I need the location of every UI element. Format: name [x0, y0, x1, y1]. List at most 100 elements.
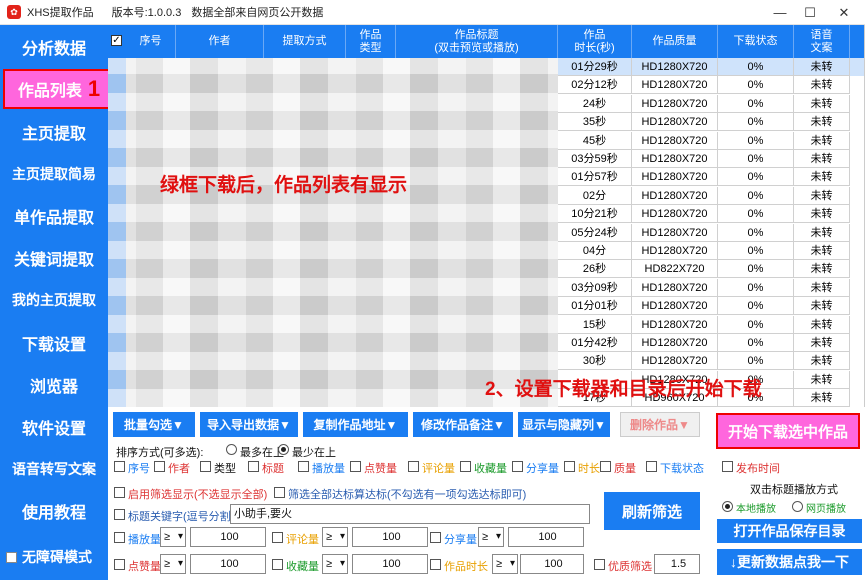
- col-header-duration[interactable]: 作品 时长(秒): [558, 25, 632, 58]
- col-header-download-status[interactable]: 下载状态: [718, 25, 794, 58]
- sidebar-item-keyword-extract[interactable]: 关键词提取: [0, 238, 108, 278]
- table-row[interactable]: 01分29秒 HD1280X720 0% 未转: [558, 58, 864, 76]
- least-top-radio[interactable]: [278, 444, 289, 455]
- refresh-filter-button[interactable]: 刷新筛选: [604, 492, 700, 530]
- favorite-count-input[interactable]: 100: [352, 554, 428, 574]
- copy-url-button[interactable]: 复制作品地址▼: [303, 412, 408, 437]
- table-row[interactable]: 24秒 HD1280X720 0% 未转: [558, 94, 864, 113]
- sidebar-item-works-list[interactable]: 作品列表 1: [3, 69, 115, 109]
- col-header-title[interactable]: 作品标题 (双击预览或播放): [396, 25, 558, 58]
- sort-field-checkbox[interactable]: [722, 461, 733, 472]
- delete-works-button[interactable]: 删除作品▼: [620, 412, 700, 437]
- title-keyword-input[interactable]: 小助手,要火: [230, 504, 590, 524]
- show-hide-columns-button[interactable]: 显示与隐藏列▼: [518, 412, 610, 437]
- sort-field-checkbox[interactable]: [154, 461, 165, 472]
- sidebar-item-speech-to-text[interactable]: 语音转写文案: [0, 449, 108, 489]
- table-row[interactable]: 05分24秒 HD1280X720 0% 未转: [558, 223, 864, 242]
- start-download-button[interactable]: 开始下载选中作品: [716, 413, 860, 449]
- col-header-author[interactable]: 作者: [176, 25, 264, 58]
- maximize-icon[interactable]: ☐: [796, 0, 824, 25]
- sort-field-checkbox[interactable]: [350, 461, 361, 472]
- accessible-mode-toggle[interactable]: 无障碍模式: [6, 547, 92, 567]
- import-export-button[interactable]: 导入导出数据▼: [200, 412, 298, 437]
- like-count-input[interactable]: 100: [190, 554, 266, 574]
- sort-field-checkbox[interactable]: [512, 461, 523, 472]
- sidebar-item-homepage-extract[interactable]: 主页提取: [0, 112, 108, 152]
- table-row[interactable]: 04分 HD1280X720 0% 未转: [558, 242, 864, 260]
- sort-field-checkbox[interactable]: [600, 461, 611, 472]
- comment-count-checkbox[interactable]: [272, 532, 283, 543]
- sidebar: 分析数据 作品列表 1 主页提取 主页提取简易 单作品提取 关键词提取 我的主页提…: [0, 25, 115, 580]
- sort-field-label: 播放量: [312, 463, 345, 475]
- sidebar-item-analyze[interactable]: 分析数据: [0, 27, 108, 67]
- sidebar-item-software-settings[interactable]: 软件设置: [0, 407, 108, 447]
- favorite-count-op-select[interactable]: ≥: [322, 554, 348, 574]
- table-row[interactable]: 10分21秒 HD1280X720 0% 未转: [558, 205, 864, 224]
- sidebar-item-download-settings[interactable]: 下载设置: [0, 323, 108, 363]
- play-count-op-select[interactable]: ≥: [160, 527, 186, 547]
- sidebar-item-browser[interactable]: 浏览器: [0, 365, 108, 405]
- table-row[interactable]: 15秒 HD1280X720 0% 未转: [558, 315, 864, 334]
- duration-filter-checkbox[interactable]: [430, 559, 441, 570]
- sort-field-checkbox[interactable]: [564, 461, 575, 472]
- sort-field-checkbox[interactable]: [114, 461, 125, 472]
- title-keyword-checkbox[interactable]: [114, 509, 125, 520]
- quality-filter-checkbox[interactable]: [594, 559, 605, 570]
- col-header-type[interactable]: 作品 类型: [346, 25, 396, 58]
- update-data-button[interactable]: ↓更新数据点我一下: [717, 549, 862, 575]
- all-criteria-checkbox[interactable]: [274, 487, 285, 498]
- sort-field-checkbox[interactable]: [408, 461, 419, 472]
- local-play-radio[interactable]: [722, 501, 733, 512]
- play-count-input[interactable]: 100: [190, 527, 266, 547]
- web-play-radio[interactable]: [792, 501, 803, 512]
- table-row[interactable]: 01分42秒 HD1280X720 0% 未转: [558, 334, 864, 352]
- close-icon[interactable]: ✕: [830, 0, 858, 25]
- table-row[interactable]: 01分01秒 HD1280X720 0% 未转: [558, 297, 864, 316]
- share-count-input[interactable]: 100: [508, 527, 584, 547]
- col-header-voice-text[interactable]: 语音 文案: [794, 25, 850, 58]
- table-row[interactable]: 35秒 HD1280X720 0% 未转: [558, 113, 864, 132]
- comment-count-op-select[interactable]: ≥: [322, 527, 348, 547]
- play-count-checkbox[interactable]: [114, 532, 125, 543]
- enable-filter-checkbox[interactable]: [114, 487, 125, 498]
- table-row[interactable]: 03分09秒 HD1280X720 0% 未转: [558, 278, 864, 297]
- open-save-dir-button[interactable]: 打开作品保存目录: [717, 519, 862, 543]
- sort-field-checkbox[interactable]: [646, 461, 657, 472]
- duration-filter-input[interactable]: 100: [520, 554, 584, 574]
- col-header-extract-method[interactable]: 提取方式: [264, 25, 346, 58]
- table-row[interactable]: 02分 HD1280X720 0% 未转: [558, 186, 864, 205]
- works-table[interactable]: ✓ 序号 作者 提取方式 作品 类型 作品标题 (双击预览或播放) 作品 时长(…: [108, 25, 865, 407]
- table-row[interactable]: 02分12秒 HD1280X720 0% 未转: [558, 76, 864, 95]
- table-row[interactable]: 30秒 HD1280X720 0% 未转: [558, 352, 864, 371]
- quality-filter-input[interactable]: 1.5: [654, 554, 700, 574]
- sidebar-item-my-homepage[interactable]: 我的主页提取: [0, 280, 108, 320]
- col-header-index[interactable]: 序号: [126, 25, 176, 58]
- sort-field-checkbox[interactable]: [460, 461, 471, 472]
- like-count-op-select[interactable]: ≥: [160, 554, 186, 574]
- sidebar-item-single-extract[interactable]: 单作品提取: [0, 196, 108, 236]
- table-row[interactable]: 01分57秒 HD1280X720 0% 未转: [558, 168, 864, 187]
- table-row[interactable]: 26秒 HD822X720 0% 未转: [558, 260, 864, 279]
- share-count-checkbox[interactable]: [430, 532, 441, 543]
- sort-field-checkbox[interactable]: [298, 461, 309, 472]
- accessible-mode-checkbox[interactable]: [6, 551, 17, 563]
- sort-field-checkbox[interactable]: [200, 461, 211, 472]
- batch-select-button[interactable]: 批量勾选▼: [113, 412, 195, 437]
- share-count-op-select[interactable]: ≥: [478, 527, 504, 547]
- annotation-list-shown: 绿框下载后，作品列表有显示: [160, 175, 408, 196]
- like-count-checkbox[interactable]: [114, 559, 125, 570]
- edit-note-button[interactable]: 修改作品备注▼: [413, 412, 513, 437]
- col-header-quality[interactable]: 作品质量: [632, 25, 718, 58]
- minimize-icon[interactable]: —: [766, 0, 794, 25]
- table-row[interactable]: 03分59秒 HD1280X720 0% 未转: [558, 150, 864, 168]
- comment-count-input[interactable]: 100: [352, 527, 428, 547]
- select-all-checkbox[interactable]: ✓: [111, 35, 122, 46]
- cell-download-status: 0%: [718, 186, 794, 205]
- sort-field-checkbox[interactable]: [248, 461, 259, 472]
- table-row[interactable]: 45秒 HD1280X720 0% 未转: [558, 131, 864, 150]
- most-top-radio[interactable]: [226, 444, 237, 455]
- duration-op-select[interactable]: ≥: [492, 554, 518, 574]
- sidebar-item-tutorial[interactable]: 使用教程: [0, 491, 108, 531]
- favorite-count-checkbox[interactable]: [272, 559, 283, 570]
- sidebar-item-homepage-simple[interactable]: 主页提取简易: [0, 154, 108, 194]
